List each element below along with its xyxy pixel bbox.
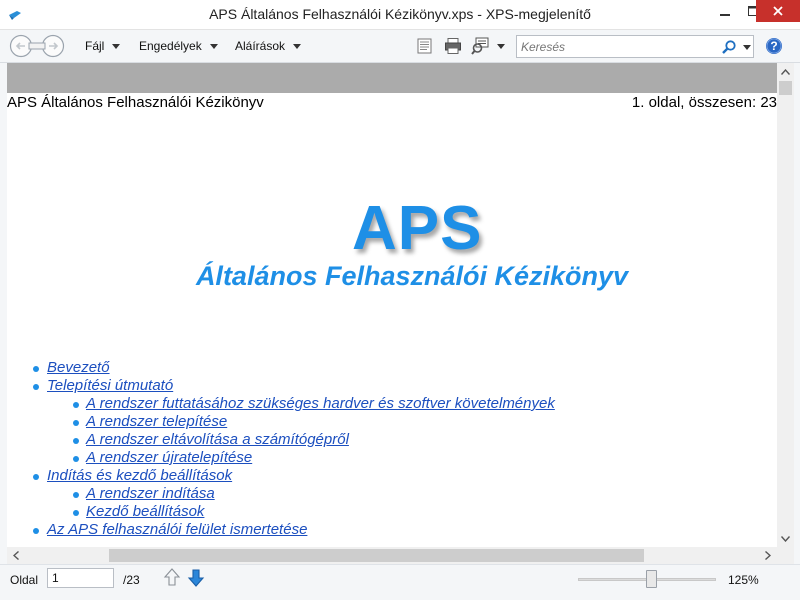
menu-file[interactable]: Fájl bbox=[85, 39, 121, 53]
toc-link[interactable]: Indítás és kezdő beállítások bbox=[47, 467, 232, 485]
chevron-down-icon[interactable] bbox=[497, 44, 505, 49]
bullet-icon bbox=[33, 528, 39, 534]
minimize-button[interactable] bbox=[710, 0, 740, 22]
chevron-left-icon bbox=[12, 551, 19, 560]
toc-link[interactable]: Kezdő beállítások bbox=[86, 503, 204, 521]
toc-item: Indítás és kezdő beállítások bbox=[33, 467, 773, 485]
toc-item: A rendszer telepítése bbox=[33, 413, 773, 431]
close-icon bbox=[773, 6, 783, 16]
zoom-level: 125% bbox=[728, 573, 759, 587]
vertical-scrollbar[interactable] bbox=[777, 63, 794, 547]
bullet-icon bbox=[33, 366, 39, 372]
scroll-down-button[interactable] bbox=[777, 530, 794, 547]
close-button[interactable] bbox=[756, 0, 800, 22]
status-bar: Oldal /23 125% bbox=[0, 564, 800, 600]
toc-item: A rendszer újratelepítése bbox=[33, 449, 773, 467]
bullet-icon bbox=[73, 510, 79, 516]
frame-right-edge bbox=[794, 63, 800, 564]
chevron-down-icon[interactable] bbox=[743, 45, 751, 50]
menu-signatures[interactable]: Aláírások bbox=[235, 39, 302, 53]
svg-text:?: ? bbox=[770, 39, 777, 53]
scroll-left-button[interactable] bbox=[7, 547, 24, 564]
toc-link[interactable]: Bevezető bbox=[47, 359, 110, 377]
menu-signatures-label: Aláírások bbox=[235, 39, 286, 53]
bullet-icon bbox=[73, 492, 79, 498]
search-input[interactable] bbox=[521, 39, 711, 55]
scroll-right-button[interactable] bbox=[759, 547, 776, 564]
document-subtitle: Általános Felhasználói Kézikönyv bbox=[195, 261, 629, 291]
table-of-contents: Bevezető Telepítési útmutató A rendszer … bbox=[33, 359, 773, 539]
chevron-up-icon bbox=[781, 68, 790, 75]
toc-link[interactable]: A rendszer indítása bbox=[86, 485, 215, 503]
document-viewport[interactable]: APS Általános Felhasználói Kézikönyv 1. … bbox=[7, 63, 777, 547]
frame-left-edge bbox=[0, 63, 7, 564]
chevron-down-icon bbox=[293, 43, 302, 49]
search-box[interactable] bbox=[516, 35, 754, 58]
chevron-down-icon bbox=[112, 43, 121, 49]
page-total: /23 bbox=[123, 573, 140, 587]
bullet-icon bbox=[73, 456, 79, 462]
page-number-input[interactable] bbox=[47, 568, 114, 588]
toc-item: Az APS felhasználói felület ismertetése bbox=[33, 521, 773, 539]
back-forward-icon[interactable] bbox=[9, 34, 67, 58]
scroll-up-button[interactable] bbox=[777, 63, 794, 80]
window-title: APS Általános Felhasználói Kézikönyv.xps… bbox=[209, 6, 591, 22]
toc-item: Telepítési útmutató bbox=[33, 377, 773, 395]
zoom-slider-thumb[interactable] bbox=[646, 570, 657, 588]
next-page-icon[interactable] bbox=[187, 568, 205, 587]
toc-item: A rendszer futtatásához szükséges hardve… bbox=[33, 395, 773, 413]
document-background bbox=[7, 63, 777, 93]
horizontal-scroll-thumb[interactable] bbox=[109, 549, 644, 562]
toc-link[interactable]: Telepítési útmutató bbox=[47, 377, 173, 395]
toolbar: Fájl Engedélyek Aláírások ? bbox=[0, 30, 800, 63]
page-header-title: APS Általános Felhasználói Kézikönyv bbox=[7, 94, 264, 111]
toc-link[interactable]: A rendszer futtatásához szükséges hardve… bbox=[86, 395, 555, 413]
menu-permissions[interactable]: Engedélyek bbox=[139, 39, 218, 53]
toc-item: Bevezető bbox=[33, 359, 773, 377]
previous-page-icon[interactable] bbox=[163, 568, 181, 587]
aps-logo: APS bbox=[352, 194, 483, 263]
reading-view-icon[interactable] bbox=[416, 37, 434, 55]
bullet-icon bbox=[73, 420, 79, 426]
bullet-icon bbox=[73, 402, 79, 408]
print-icon[interactable] bbox=[444, 37, 462, 55]
toc-link[interactable]: Az APS felhasználói felület ismertetése bbox=[47, 521, 307, 539]
bullet-icon bbox=[33, 384, 39, 390]
chevron-down-icon bbox=[209, 43, 218, 49]
page-header-page-number: 1. oldal, összesen: 23 bbox=[631, 94, 777, 111]
toc-item: Kezdő beállítások bbox=[33, 503, 773, 521]
page-label: Oldal bbox=[10, 573, 39, 587]
chevron-right-icon bbox=[764, 551, 771, 560]
chevron-down-icon bbox=[781, 535, 790, 542]
toc-item: A rendszer indítása bbox=[33, 485, 773, 503]
document-page: APS Általános Felhasználói Kézikönyv 1. … bbox=[7, 93, 777, 547]
title-bar: APS Általános Felhasználói Kézikönyv.xps… bbox=[0, 0, 800, 30]
search-icon[interactable] bbox=[721, 39, 737, 55]
vertical-scroll-thumb[interactable] bbox=[779, 81, 792, 95]
bullet-icon bbox=[73, 438, 79, 444]
toc-link[interactable]: A rendszer eltávolítása a számítógépről bbox=[86, 431, 349, 449]
help-icon[interactable]: ? bbox=[765, 37, 783, 55]
menu-permissions-label: Engedélyek bbox=[139, 39, 202, 53]
minimize-icon bbox=[720, 14, 730, 16]
scrollbar-corner bbox=[777, 547, 794, 564]
toc-link[interactable]: A rendszer újratelepítése bbox=[86, 449, 252, 467]
bullet-icon bbox=[33, 474, 39, 480]
menu-file-label: Fájl bbox=[85, 39, 105, 53]
zoom-icon[interactable] bbox=[471, 37, 489, 55]
horizontal-scrollbar[interactable] bbox=[7, 547, 777, 564]
toc-link[interactable]: A rendszer telepítése bbox=[86, 413, 227, 431]
toc-item: A rendszer eltávolítása a számítógépről bbox=[33, 431, 773, 449]
